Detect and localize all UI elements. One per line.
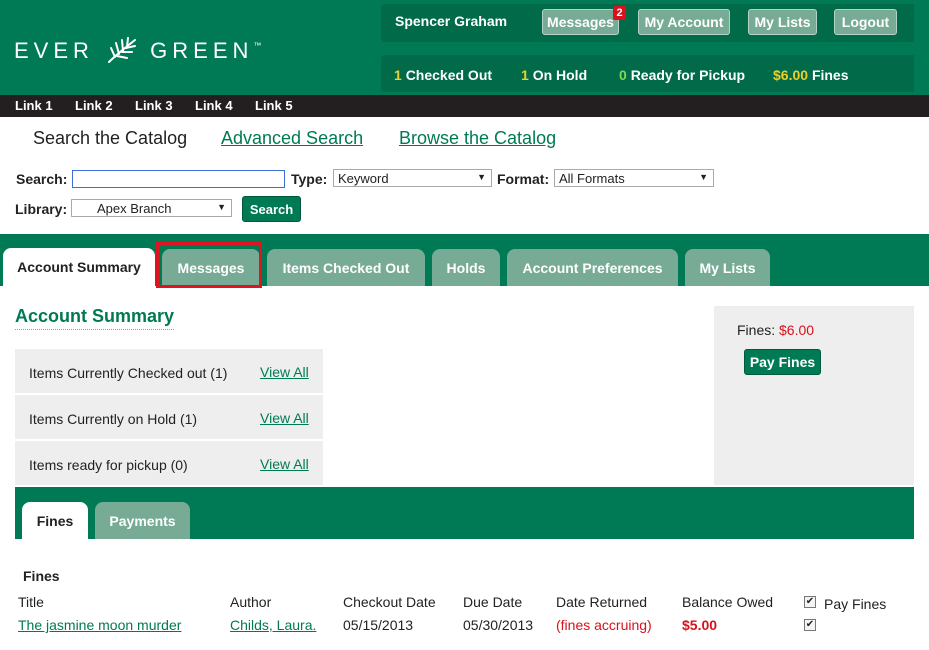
leaf-icon bbox=[108, 37, 137, 63]
custom-link-4[interactable]: Link 4 bbox=[195, 98, 233, 113]
column-header-due-date: Due Date bbox=[463, 594, 523, 610]
fine-title-link[interactable]: The jasmine moon murder bbox=[18, 617, 181, 633]
tab-account-preferences[interactable]: Account Preferences bbox=[507, 249, 678, 286]
summary-row-checked-out: Items Currently Checked out (1) View All bbox=[15, 349, 323, 393]
fines-amount: $6.00 bbox=[773, 67, 809, 83]
library-label: Library: bbox=[15, 201, 68, 217]
fines-table-heading: Fines bbox=[23, 568, 60, 584]
logo-trademark: ™ bbox=[253, 41, 262, 50]
summary-row-text: Items Currently on Hold (1) bbox=[29, 411, 198, 427]
fines-panel-amount: $6.00 bbox=[779, 322, 815, 338]
tab-holds[interactable]: Holds bbox=[432, 249, 500, 286]
summary-row-text: Items ready for pickup (0) bbox=[29, 457, 188, 473]
logo-text-left: EVER bbox=[14, 38, 94, 63]
format-select-value: All Formats bbox=[559, 171, 625, 186]
messages-button[interactable]: Messages 2 bbox=[542, 6, 626, 35]
column-header-date-returned: Date Returned bbox=[556, 594, 648, 610]
on-hold-label: On Hold bbox=[532, 67, 588, 83]
my-account-button[interactable]: My Account bbox=[638, 9, 730, 35]
column-header-pay-fines: Pay Fines bbox=[824, 596, 887, 612]
search-label: Search: bbox=[16, 171, 68, 187]
summary-row-on-hold: Items Currently on Hold (1) View All bbox=[15, 395, 323, 439]
fine-date-returned: (fines accruing) bbox=[556, 617, 652, 633]
type-select[interactable]: Keyword bbox=[333, 169, 492, 187]
tab-items-checked-out[interactable]: Items Checked Out bbox=[267, 249, 425, 286]
custom-links-bar: Link 1 Link 2 Link 3 Link 4 Link 5 bbox=[0, 95, 929, 117]
evergreen-logo[interactable]: EVER GREEN™ bbox=[14, 36, 261, 66]
fines-label: Fines bbox=[811, 67, 849, 83]
account-summary-title: Account Summary bbox=[15, 306, 175, 330]
checked-out-count: 1 bbox=[394, 67, 402, 83]
search-catalog-tab[interactable]: Search the Catalog bbox=[33, 128, 187, 149]
summary-row-text: Items Currently Checked out (1) bbox=[29, 365, 228, 381]
site-header: EVER GREEN™ Spencer Graham Messages 2 My… bbox=[0, 0, 929, 95]
pay-fines-select-all-checkbox[interactable]: ✔ bbox=[804, 596, 816, 608]
library-select[interactable]: Apex Branch bbox=[71, 199, 232, 217]
pay-fines-button[interactable]: Pay Fines bbox=[744, 349, 821, 375]
logo-text-right: GREEN bbox=[150, 38, 254, 63]
tab-account-summary[interactable]: Account Summary bbox=[3, 248, 155, 286]
type-select-value: Keyword bbox=[338, 171, 389, 186]
fine-author-link[interactable]: Childs, Laura. bbox=[230, 617, 316, 633]
advanced-search-link[interactable]: Advanced Search bbox=[221, 128, 363, 149]
checked-out-summary[interactable]: 1 Checked Out bbox=[394, 67, 492, 83]
column-header-balance-owed: Balance Owed bbox=[682, 594, 774, 610]
library-select-value: Apex Branch bbox=[97, 201, 172, 216]
checked-out-label: Checked Out bbox=[405, 67, 493, 83]
fine-balance-owed: $5.00 bbox=[682, 617, 718, 633]
fines-panel-label-text: Fines: bbox=[737, 322, 776, 338]
messages-tab-highlight bbox=[156, 242, 262, 288]
summary-row-ready-pickup: Items ready for pickup (0) View All bbox=[15, 441, 323, 485]
column-header-checkout-date: Checkout Date bbox=[343, 594, 436, 610]
subtab-fines[interactable]: Fines bbox=[22, 502, 88, 539]
column-header-title: Title bbox=[18, 594, 44, 610]
fines-summary[interactable]: $6.00 Fines bbox=[773, 67, 849, 83]
view-all-pickup-link[interactable]: View All bbox=[260, 456, 309, 472]
pay-fine-row-checkbox[interactable]: ✔ bbox=[804, 619, 816, 631]
fines-panel-label: Fines: $6.00 bbox=[737, 322, 814, 338]
format-label: Format: bbox=[497, 171, 550, 187]
subtab-payments[interactable]: Payments bbox=[95, 502, 190, 539]
tab-my-lists[interactable]: My Lists bbox=[685, 249, 770, 286]
search-input[interactable] bbox=[72, 170, 285, 188]
my-lists-button[interactable]: My Lists bbox=[748, 9, 817, 35]
fine-due-date: 05/30/2013 bbox=[463, 617, 534, 633]
view-all-checked-out-link[interactable]: View All bbox=[260, 364, 309, 380]
fines-panel: Fines: $6.00 Pay Fines bbox=[714, 306, 914, 485]
browse-catalog-link[interactable]: Browse the Catalog bbox=[399, 128, 556, 149]
ready-pickup-count: 0 bbox=[619, 67, 627, 83]
column-header-author: Author bbox=[230, 594, 272, 610]
format-select[interactable]: All Formats bbox=[554, 169, 714, 187]
custom-link-2[interactable]: Link 2 bbox=[75, 98, 113, 113]
on-hold-summary[interactable]: 1 On Hold bbox=[521, 67, 587, 83]
custom-link-1[interactable]: Link 1 bbox=[15, 98, 53, 113]
custom-link-3[interactable]: Link 3 bbox=[135, 98, 173, 113]
logout-button[interactable]: Logout bbox=[834, 9, 897, 35]
fine-checkout-date: 05/15/2013 bbox=[343, 617, 414, 633]
user-name: Spencer Graham bbox=[395, 13, 508, 29]
ready-pickup-summary[interactable]: 0 Ready for Pickup bbox=[619, 67, 745, 83]
messages-button-label: Messages bbox=[547, 14, 614, 30]
circulation-summary-bar: 1 Checked Out 1 On Hold 0 Ready for Pick… bbox=[381, 55, 914, 92]
messages-count-badge: 2 bbox=[613, 6, 626, 20]
view-all-holds-link[interactable]: View All bbox=[260, 410, 309, 426]
ready-pickup-label: Ready for Pickup bbox=[630, 67, 746, 83]
on-hold-count: 1 bbox=[521, 67, 529, 83]
search-button[interactable]: Search bbox=[242, 196, 301, 222]
type-label: Type: bbox=[291, 171, 328, 187]
custom-link-5[interactable]: Link 5 bbox=[255, 98, 293, 113]
account-bar: Spencer Graham Messages 2 My Account My … bbox=[381, 4, 914, 42]
